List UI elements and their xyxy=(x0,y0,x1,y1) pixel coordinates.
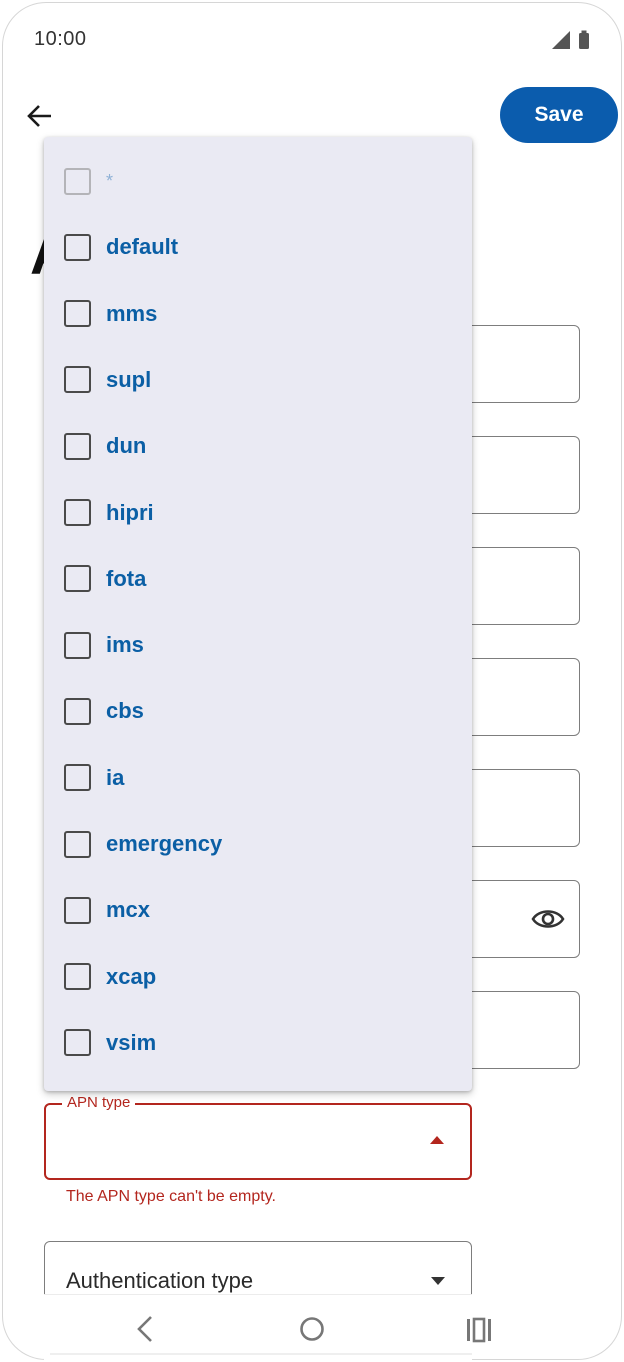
status-time: 10:00 xyxy=(34,28,87,50)
menu-option-label: dun xyxy=(106,433,147,459)
menu-option[interactable]: emergency xyxy=(44,811,472,877)
battery-icon xyxy=(579,33,589,49)
nav-recents-icon[interactable] xyxy=(465,1317,493,1343)
checkbox[interactable] xyxy=(64,432,91,460)
eye-icon[interactable] xyxy=(531,905,565,933)
signal-icon xyxy=(552,31,570,49)
status-icons xyxy=(552,30,589,49)
checkbox[interactable] xyxy=(64,1029,91,1057)
menu-option: * xyxy=(44,148,472,214)
screen: 10:00 Save A APN type The APN type can't… xyxy=(0,0,624,1362)
apn-type-field[interactable] xyxy=(44,1103,472,1180)
menu-option-label: hipri xyxy=(106,499,154,525)
menu-option[interactable]: hipri xyxy=(44,480,472,546)
nav-home-icon[interactable] xyxy=(298,1315,326,1343)
checkbox[interactable] xyxy=(64,764,91,792)
divider xyxy=(50,1353,472,1355)
menu-option[interactable]: fota xyxy=(44,546,472,612)
checkbox[interactable] xyxy=(64,697,91,725)
checkbox[interactable] xyxy=(64,896,91,924)
back-button[interactable] xyxy=(20,96,60,136)
menu-option-label: vsim xyxy=(106,1029,157,1055)
menu-option-label: default xyxy=(106,234,179,260)
checkbox[interactable] xyxy=(64,233,91,261)
menu-option[interactable]: xcap xyxy=(44,944,472,1010)
caret-down-icon xyxy=(431,1277,445,1285)
menu-option[interactable]: mms xyxy=(44,281,472,347)
bottom-sheet-card xyxy=(44,1294,472,1362)
checkbox[interactable] xyxy=(64,499,91,526)
apn-type-menu: * default mms supl dun hipri fota ims cbs ia emerg… xyxy=(44,137,472,1091)
auth-type-label: Authentication type xyxy=(66,1268,254,1293)
menu-option[interactable]: vsim xyxy=(44,1010,472,1076)
apn-type-error: The APN type can't be empty. xyxy=(66,1188,276,1205)
menu-option-label: mms xyxy=(106,300,158,326)
menu-option-label: mcx xyxy=(106,897,151,923)
menu-option-label: ims xyxy=(106,632,144,658)
menu-option[interactable]: default xyxy=(44,214,472,280)
checkbox xyxy=(64,167,91,195)
menu-option[interactable]: cbs xyxy=(44,678,472,744)
apn-type-label: APN type xyxy=(62,1094,136,1111)
menu-option[interactable]: ims xyxy=(44,612,472,678)
menu-option-label: supl xyxy=(106,366,152,392)
arrow-back-icon xyxy=(27,105,51,127)
menu-option-label: fota xyxy=(106,565,147,591)
checkbox[interactable] xyxy=(64,631,91,659)
checkbox[interactable] xyxy=(64,565,91,593)
menu-option[interactable]: supl xyxy=(44,347,472,413)
menu-option[interactable]: ia xyxy=(44,745,472,811)
checkbox[interactable] xyxy=(64,366,91,394)
menu-option-label: ia xyxy=(106,764,125,790)
caret-up-icon xyxy=(430,1136,444,1144)
nav-back-icon[interactable] xyxy=(133,1314,157,1344)
menu-option-label: emergency xyxy=(106,831,223,856)
menu-option-label: xcap xyxy=(106,963,157,989)
menu-option-label: * xyxy=(106,170,114,191)
save-button[interactable]: Save xyxy=(500,87,618,143)
checkbox[interactable] xyxy=(64,963,91,991)
checkbox[interactable] xyxy=(64,830,91,858)
menu-option[interactable]: mcx xyxy=(44,877,472,943)
menu-option-label: cbs xyxy=(106,698,144,724)
menu-option[interactable]: dun xyxy=(44,413,472,479)
checkbox[interactable] xyxy=(64,300,91,328)
